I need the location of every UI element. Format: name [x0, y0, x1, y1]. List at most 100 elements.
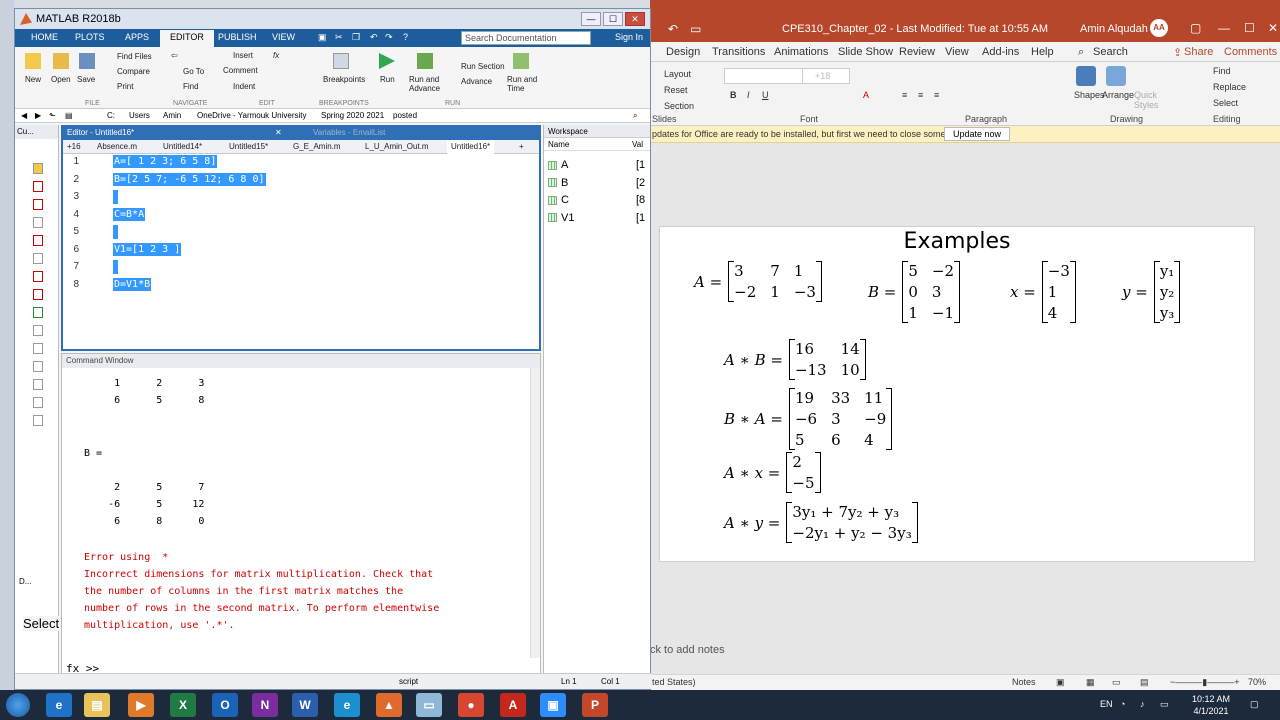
pdf-file-icon[interactable] — [33, 199, 43, 210]
start-button[interactable] — [6, 693, 30, 717]
tab-help[interactable]: Help — [1031, 46, 1054, 58]
code-area[interactable]: 1 A=[ 1 2 3; 6 5 8] 2 B=[2 5 7; -6 5 12; 6 … — [63, 154, 533, 344]
insert-button[interactable]: Insert — [233, 51, 253, 60]
tab-transitions[interactable]: Transitions — [712, 46, 765, 58]
edge-icon[interactable]: e — [334, 693, 360, 717]
tab-animations[interactable]: Animations — [774, 46, 828, 58]
zoom-level[interactable]: 70% — [1248, 677, 1266, 687]
code-text[interactable] — [113, 260, 118, 274]
breadcrumb-c[interactable]: C: — [107, 111, 115, 120]
select-button[interactable]: Select — [1213, 98, 1238, 108]
folder-icon[interactable] — [33, 163, 43, 174]
file-icon[interactable] — [33, 217, 43, 228]
code-line[interactable]: 3 — [63, 189, 533, 206]
update-now-button[interactable]: Update now — [944, 127, 1010, 141]
advance-button[interactable]: Advance — [461, 77, 492, 86]
forward-icon[interactable]: ▶ — [35, 111, 41, 120]
command-scrollbar[interactable] — [530, 368, 540, 658]
outlook-icon[interactable]: O — [212, 693, 238, 717]
code-line[interactable]: 5 — [63, 224, 533, 241]
present-icon[interactable]: ▭ — [690, 22, 701, 36]
find-button[interactable]: Find — [1213, 66, 1231, 76]
save-icon[interactable] — [79, 53, 95, 69]
share-icon[interactable]: ⇪ — [1173, 46, 1182, 59]
ppt-user-name[interactable]: Amin Alqudah — [1080, 23, 1148, 35]
run-and-time-icon[interactable] — [513, 53, 529, 69]
code-text[interactable]: A=[ 1 2 3; 6 5 8] — [113, 155, 218, 168]
run-and-advance-button[interactable]: Run and Advance — [409, 75, 443, 93]
zoom-icon[interactable]: ▣ — [540, 693, 566, 717]
file-icon[interactable] — [33, 397, 43, 408]
help-icon[interactable]: ? — [403, 32, 408, 42]
tab-view[interactable]: VIEW — [272, 32, 295, 42]
run-icon[interactable] — [379, 53, 395, 69]
notifications-icon[interactable]: ▢ — [1250, 699, 1259, 710]
line-number[interactable]: 8 — [65, 279, 79, 290]
font-color-icon[interactable]: A — [863, 90, 869, 100]
run-and-time-button[interactable]: Run and Time — [507, 75, 539, 93]
section-button[interactable]: Section — [664, 101, 694, 111]
line-number[interactable]: 4 — [65, 209, 79, 220]
underline-icon[interactable]: U — [762, 90, 769, 100]
open-button[interactable]: Open — [51, 75, 71, 84]
shapes-icon[interactable] — [1076, 66, 1096, 86]
excel-file-icon[interactable] — [33, 307, 43, 318]
fx-icon[interactable]: fx — [273, 51, 279, 60]
tab-editor[interactable]: EDITOR — [160, 30, 214, 47]
file-explorer-icon[interactable]: ▤ — [84, 693, 110, 717]
find-button[interactable]: Find — [183, 82, 199, 91]
zoom-slider[interactable]: −———▮———+ — [1170, 677, 1239, 688]
line-number[interactable]: 3 — [65, 191, 79, 202]
align-right-icon[interactable]: ≡ — [934, 90, 939, 100]
onenote-icon[interactable]: N — [252, 693, 278, 717]
minimize-icon[interactable]: — — [1218, 21, 1230, 35]
file-icon[interactable] — [33, 253, 43, 264]
media-player-icon[interactable]: ▶ — [128, 693, 154, 717]
pdf-file-icon[interactable] — [33, 289, 43, 300]
taskbar-clock[interactable]: 10:12 AM 4/1/2021 — [1192, 693, 1230, 717]
ribbon-options-icon[interactable]: ▢ — [1190, 21, 1201, 35]
code-text[interactable] — [113, 190, 118, 204]
save-button[interactable]: Save — [77, 75, 95, 84]
line-number[interactable]: 6 — [65, 244, 79, 255]
edge-legacy-icon[interactable]: e — [46, 693, 72, 717]
workspace-name-column[interactable]: Name — [548, 140, 569, 149]
error-heading[interactable]: Error using * — [84, 552, 174, 563]
code-line[interactable]: 7 — [63, 259, 533, 276]
italic-icon[interactable]: I — [747, 90, 750, 100]
comment-button[interactable]: Comment — [223, 66, 258, 75]
code-text[interactable]: D=V1*B — [113, 277, 152, 291]
workspace-variable[interactable]: B [2 — [548, 177, 648, 193]
tab-absence[interactable]: Absence.m — [97, 142, 137, 151]
back-icon[interactable]: ⇦ — [171, 51, 178, 60]
breadcrumb-users[interactable]: Users — [129, 111, 150, 120]
browse-folder-icon[interactable]: ▤ — [65, 111, 73, 120]
tab-view[interactable]: View — [945, 46, 969, 58]
line-number[interactable]: 2 — [65, 174, 79, 185]
current-folder-header[interactable]: Cu... — [15, 125, 58, 139]
bold-icon[interactable]: B — [730, 90, 737, 100]
language-indicator[interactable]: EN — [1100, 699, 1113, 709]
reset-button[interactable]: Reset — [664, 85, 688, 95]
slide-canvas[interactable]: Examples A = 3 7 1 −2 1 −3 B = 5 −2 0 3 1 −1 x = −… — [659, 226, 1255, 562]
reading-view-icon[interactable]: ▭ — [1112, 677, 1121, 688]
tab-slide-show[interactable]: Slide Show — [838, 46, 893, 58]
breadcrumb-posted[interactable]: posted — [393, 111, 417, 120]
code-text[interactable]: V1=[1 2 3 ] — [113, 242, 182, 256]
code-text[interactable]: C=B*A — [113, 207, 146, 221]
tab-l-u-amin-out[interactable]: L_U_Amin_Out.m — [365, 142, 429, 151]
chrome-icon[interactable]: ● — [458, 693, 484, 717]
undo-icon[interactable]: ↶ — [370, 32, 378, 43]
tab-design[interactable]: Design — [666, 46, 700, 58]
tab-apps[interactable]: APPS — [125, 32, 149, 42]
comments-button[interactable]: Comments — [1224, 46, 1277, 58]
minimize-icon[interactable]: — — [581, 12, 601, 26]
workspace-variable[interactable]: A [1 — [548, 159, 648, 175]
ppt-search[interactable]: Search — [1093, 46, 1128, 58]
tab-untitled15[interactable]: Untitled15* — [229, 142, 268, 151]
word-icon[interactable]: W — [292, 693, 318, 717]
tab-publish[interactable]: PUBLISH — [218, 32, 257, 42]
arrange-icon[interactable] — [1106, 66, 1126, 86]
copy-icon[interactable]: ❐ — [352, 32, 360, 43]
command-window[interactable]: Command Window 1 2 3 6 5 8 B = 2 5 7 -6 … — [61, 353, 541, 685]
